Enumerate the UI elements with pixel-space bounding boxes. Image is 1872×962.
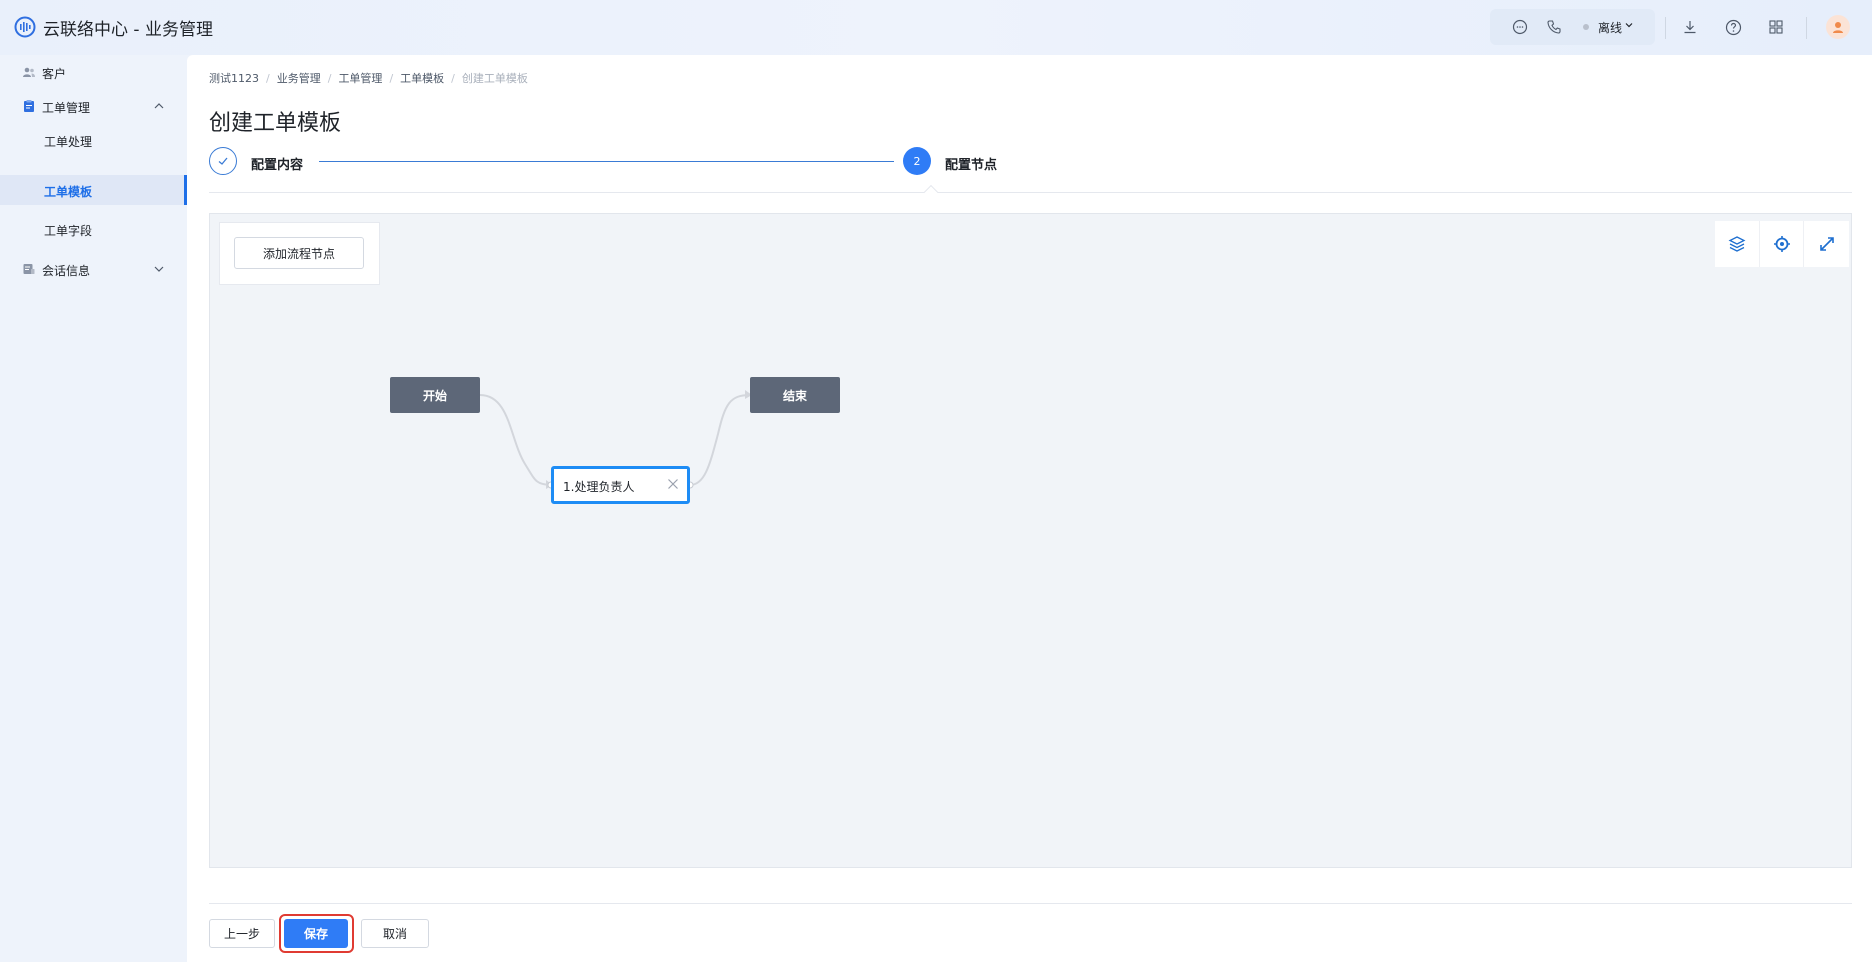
breadcrumb-current: 创建工单模板 xyxy=(461,72,528,85)
divider xyxy=(1806,17,1807,39)
users-icon xyxy=(23,67,35,77)
chevron-down-icon[interactable] xyxy=(1624,20,1634,30)
step-pointer xyxy=(923,184,939,200)
edge-start-task xyxy=(479,394,552,486)
download-icon[interactable] xyxy=(1679,16,1701,38)
sidebar: 客户 工单管理 工单处理 工单模板 工单字段 会话信息 xyxy=(0,55,187,962)
page-title: 创建工单模板 xyxy=(209,111,342,136)
apps-grid-icon[interactable] xyxy=(1765,16,1787,38)
sidebar-item-ticket-processing[interactable]: 工单处理 xyxy=(0,125,187,155)
layers-icon[interactable] xyxy=(1715,221,1760,267)
breadcrumb-item[interactable]: 测试1123 xyxy=(209,70,259,86)
fullscreen-icon[interactable] xyxy=(1804,221,1849,267)
check-icon xyxy=(218,157,228,165)
step-1-circle[interactable] xyxy=(209,147,237,175)
close-icon[interactable] xyxy=(667,478,679,490)
app-title: 云联络中心 - 业务管理 xyxy=(43,20,213,40)
edge-task-end xyxy=(689,394,751,486)
help-icon[interactable] xyxy=(1722,16,1744,38)
steps: 配置内容 2 配置节点 xyxy=(209,147,1852,200)
cancel-button[interactable]: 取消 xyxy=(361,919,429,948)
step-2-circle[interactable]: 2 xyxy=(903,147,931,175)
sidebar-item-ticket-templates[interactable]: 工单模板 xyxy=(0,175,187,205)
sidebar-item-label: 工单字段 xyxy=(44,224,93,238)
previous-step-button[interactable]: 上一步 xyxy=(209,919,275,948)
sidebar-item-label: 工单模板 xyxy=(44,185,93,199)
top-header: 云联络中心 - 业务管理 离线 xyxy=(0,0,1872,55)
flow-node-start[interactable]: 开始 xyxy=(390,377,480,413)
flow-node-task-label: 1.处理负责人 xyxy=(563,480,635,494)
step-2-label[interactable]: 配置节点 xyxy=(945,154,997,173)
sidebar-item-ticket-management[interactable]: 工单管理 xyxy=(0,91,187,121)
breadcrumb-item[interactable]: 工单模板 xyxy=(400,70,444,86)
sidebar-item-label: 客户 xyxy=(42,67,67,81)
breadcrumb: 测试1123 / 业务管理 / 工单管理 / 工单模板 / 创建工单模板 xyxy=(209,70,528,86)
flow-node-task[interactable]: 1.处理负责人 xyxy=(551,466,690,504)
divider xyxy=(1665,17,1666,39)
add-node-panel: 添加流程节点 xyxy=(219,222,380,285)
canvas-toolbar xyxy=(1715,221,1849,267)
chat-icon[interactable] xyxy=(1509,16,1531,38)
avatar[interactable] xyxy=(1826,15,1850,39)
sidebar-item-customers[interactable]: 客户 xyxy=(0,57,187,87)
status-label[interactable]: 离线 xyxy=(1598,19,1622,36)
breadcrumb-item[interactable]: 工单管理 xyxy=(338,70,382,86)
clipboard-icon xyxy=(24,100,34,112)
sidebar-item-ticket-fields[interactable]: 工单字段 xyxy=(0,214,187,244)
flow-canvas[interactable]: 添加流程节点 开始 结束 1.处理负责人 xyxy=(209,213,1852,868)
add-flow-node-button[interactable]: 添加流程节点 xyxy=(234,237,364,269)
flow-connectors xyxy=(479,390,752,489)
flow-node-end[interactable]: 结束 xyxy=(750,377,840,413)
step-1-label[interactable]: 配置内容 xyxy=(251,154,303,173)
app-logo-icon xyxy=(14,16,36,38)
locate-icon[interactable] xyxy=(1760,221,1805,267)
chevron-up-icon[interactable] xyxy=(153,100,165,112)
chat-record-icon xyxy=(23,264,35,274)
sidebar-item-label: 工单管理 xyxy=(42,101,91,115)
phone-icon[interactable] xyxy=(1543,16,1565,38)
step-connector xyxy=(319,161,894,162)
chevron-down-icon[interactable] xyxy=(153,263,165,275)
breadcrumb-item[interactable]: 业务管理 xyxy=(277,70,321,86)
sidebar-item-session-info[interactable]: 会话信息 xyxy=(0,254,187,284)
main-content: 测试1123 / 业务管理 / 工单管理 / 工单模板 / 创建工单模板 创建工… xyxy=(187,55,1872,962)
status-dot xyxy=(1583,24,1589,30)
sidebar-item-label: 会话信息 xyxy=(42,264,91,278)
footer-divider xyxy=(209,903,1852,904)
save-button[interactable]: 保存 xyxy=(284,919,348,948)
sidebar-item-label: 工单处理 xyxy=(44,135,93,149)
